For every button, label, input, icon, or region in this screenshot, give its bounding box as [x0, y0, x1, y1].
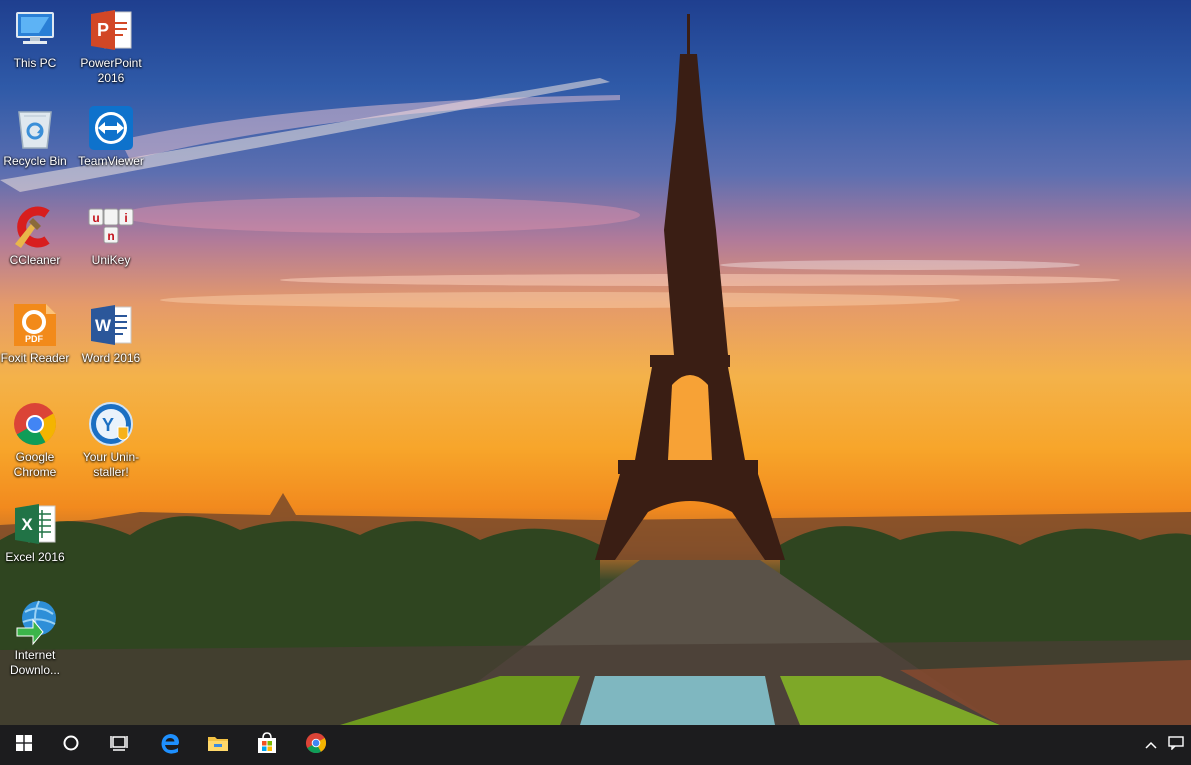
edge-button[interactable]: [146, 725, 194, 765]
cortana-search-button[interactable]: [47, 725, 95, 765]
windows-start-icon: [16, 734, 32, 756]
computer-icon: [11, 6, 59, 54]
task-view-button[interactable]: [95, 725, 143, 765]
desktop-icon-powerpoint[interactable]: P PowerPoint 2016: [72, 6, 150, 86]
svg-text:P: P: [97, 20, 109, 40]
chrome-icon: [11, 400, 59, 448]
chrome-taskbar-button[interactable]: [292, 725, 340, 765]
desktop-icon-label: CCleaner: [9, 253, 61, 267]
desktop-icon-unikey[interactable]: u i n UniKey: [72, 203, 150, 268]
desktop-icon-label: Recycle Bin: [3, 154, 67, 168]
cortana-search-icon: [62, 734, 80, 757]
desktop-icon-label: Google Chrome: [13, 450, 57, 479]
desktop-icon-label: Excel 2016: [5, 550, 65, 564]
file-explorer-icon: [207, 734, 229, 757]
svg-text:Y: Y: [102, 415, 114, 435]
notification-button[interactable]: [1164, 725, 1188, 765]
notification-icon: [1168, 735, 1184, 755]
desktop-icon-google-chrome[interactable]: Google Chrome: [0, 400, 74, 480]
desktop-icon-label: Foxit Reader: [0, 351, 70, 365]
desktop-icon-internet-download-manager[interactable]: Internet Downlo...: [0, 598, 74, 678]
desktop-icon-label: UniKey: [91, 253, 131, 267]
excel-icon: X: [11, 500, 59, 548]
desktop-icon-label: Internet Downlo...: [9, 648, 61, 677]
desktop-icon-this-pc[interactable]: This PC: [0, 6, 74, 71]
desktop-icon-label: This PC: [13, 56, 57, 70]
svg-text:i: i: [124, 211, 127, 225]
edge-icon: [159, 732, 181, 759]
foxit-reader-icon: PDF: [11, 301, 59, 349]
powerpoint-icon: P: [87, 6, 135, 54]
desktop-icon-label: Word 2016: [81, 351, 141, 365]
start-button[interactable]: [0, 725, 48, 765]
desktop-icon-your-uninstaller[interactable]: Y Your Unin-staller!: [72, 400, 150, 480]
ccleaner-icon: [11, 203, 59, 251]
chrome-icon: [305, 732, 327, 759]
unikey-icon: u i n: [87, 203, 135, 251]
svg-text:PDF: PDF: [25, 334, 44, 344]
desktop-icon-label: Your Unin-staller!: [82, 450, 140, 479]
desktop-icon-label: PowerPoint 2016: [80, 56, 142, 85]
uninstaller-icon: Y: [87, 400, 135, 448]
word-icon: W: [87, 301, 135, 349]
svg-text:X: X: [21, 515, 33, 534]
desktop-icon-teamviewer[interactable]: TeamViewer: [72, 104, 150, 169]
recycle-bin-icon: [11, 104, 59, 152]
desktop-icon-recycle-bin[interactable]: Recycle Bin: [0, 104, 74, 169]
desktop-icon-word[interactable]: W Word 2016: [72, 301, 150, 366]
chevron-up-icon: [1145, 736, 1157, 754]
show-hidden-icons-button[interactable]: [1140, 725, 1162, 765]
svg-text:W: W: [95, 316, 112, 335]
internet-download-manager-icon: [11, 598, 59, 646]
svg-text:n: n: [107, 229, 114, 243]
task-view-icon: [110, 735, 128, 756]
file-explorer-button[interactable]: [194, 725, 242, 765]
desktop-icon-label: TeamViewer: [78, 154, 144, 168]
store-button[interactable]: [243, 725, 291, 765]
desktop-icon-excel[interactable]: X Excel 2016: [0, 500, 74, 565]
desktop-icon-ccleaner[interactable]: CCleaner: [0, 203, 74, 268]
desktop-wallpaper: [0, 0, 1191, 725]
svg-text:u: u: [92, 211, 99, 225]
desktop-icon-foxit-reader[interactable]: PDF Foxit Reader: [0, 301, 74, 366]
teamviewer-icon: [87, 104, 135, 152]
store-icon: [256, 731, 278, 759]
taskbar: [0, 725, 1191, 765]
